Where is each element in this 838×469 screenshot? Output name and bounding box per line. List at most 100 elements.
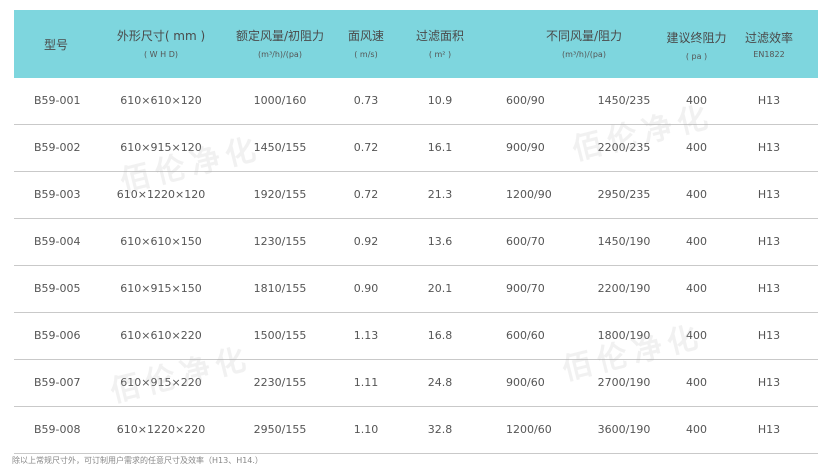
header-airflow-label: 额定风量/初阻力 [235, 29, 325, 43]
cell-efficiency: H13 [757, 376, 781, 389]
cell-model: B59-006 [34, 329, 81, 342]
header-diff: 不同风量/阻力 (m³/h)/(pa) [484, 28, 684, 61]
header-airflow-sub: (m³/h)/(pa) [258, 50, 302, 59]
cell-velocity: 0.72 [353, 141, 379, 154]
table-row: B59-001 610×610×120 1000/160 0.73 10.9 600/90… [14, 78, 818, 125]
table-row: B59-004 610×610×150 1230/155 0.92 13.6 600/70… [14, 219, 818, 266]
cell-airflow: 2950/155 [253, 423, 307, 436]
cell-airflow: 1230/155 [253, 235, 307, 248]
cell-size: 610×915×220 [120, 376, 202, 389]
header-size-sub: ( W H D) [144, 50, 178, 59]
cell-model: B59-003 [34, 188, 81, 201]
table-row: B59-006 610×610×220 1500/155 1.13 16.8 600/60… [14, 313, 818, 360]
cell-diff-high: 1450/235 [597, 94, 651, 107]
cell-model: B59-005 [34, 282, 81, 295]
cell-velocity: 0.72 [353, 188, 379, 201]
header-efficiency: 过滤效率 EN1822 [736, 30, 802, 61]
cell-model: B59-002 [34, 141, 81, 154]
header-model: 型号 [14, 37, 98, 53]
header-size: 外形尺寸( mm ) ( W H D) [98, 28, 224, 61]
cell-final-resistance: 400 [686, 235, 707, 248]
cell-size: 610×915×120 [120, 141, 202, 154]
cell-diff-low: 1200/90 [506, 188, 552, 201]
cell-diff-low: 1200/60 [506, 423, 552, 436]
cell-diff-low: 900/90 [506, 141, 545, 154]
cell-final-resistance: 400 [686, 423, 707, 436]
cell-diff-high: 1450/190 [597, 235, 651, 248]
cell-airflow: 2230/155 [253, 376, 307, 389]
cell-area: 10.9 [427, 94, 453, 107]
header-velocity-label: 面风速 [347, 29, 384, 43]
cell-diff-high: 2700/190 [597, 376, 651, 389]
cell-airflow: 1450/155 [253, 141, 307, 154]
cell-efficiency: H13 [757, 235, 781, 248]
header-area: 过滤面积 ( m² ) [396, 28, 484, 61]
cell-airflow: 1000/160 [253, 94, 307, 107]
cell-final-resistance: 400 [686, 282, 707, 295]
cell-velocity: 0.90 [353, 282, 379, 295]
cell-size: 610×610×220 [120, 329, 202, 342]
header-velocity: 面风速 ( m/s) [336, 28, 396, 61]
header-efficiency-label: 过滤效率 [744, 31, 793, 45]
cell-area: 16.1 [427, 141, 453, 154]
cell-final-resistance: 400 [686, 141, 707, 154]
table-row: B59-003 610×1220×120 1920/155 0.72 21.3 1200/… [14, 172, 818, 219]
cell-model: B59-001 [34, 94, 81, 107]
cell-size: 610×610×120 [120, 94, 202, 107]
cell-diff-high: 2200/190 [597, 282, 651, 295]
cell-efficiency: H13 [757, 282, 781, 295]
cell-diff-high: 3600/190 [597, 423, 651, 436]
header-area-label: 过滤面积 [415, 29, 464, 43]
header-model-label: 型号 [43, 38, 68, 52]
table-row: B59-008 610×1220×220 2950/155 1.10 32.8 1200/… [14, 407, 818, 454]
cell-velocity: 0.73 [353, 94, 379, 107]
footnote: 除以上常规尺寸外，可订制用户需求的任意尺寸及效率（H13、H14.） [12, 456, 263, 465]
cell-velocity: 1.11 [353, 376, 379, 389]
cell-diff-low: 600/70 [506, 235, 545, 248]
cell-area: 16.8 [427, 329, 453, 342]
table-header: 型号 外形尺寸( mm ) ( W H D) 额定风量/初阻力 (m³/h)/(… [14, 10, 818, 78]
cell-diff-low: 600/60 [506, 329, 545, 342]
cell-airflow: 1810/155 [253, 282, 307, 295]
cell-velocity: 0.92 [353, 235, 379, 248]
header-area-sub: ( m² ) [428, 50, 452, 59]
cell-size: 610×610×150 [120, 235, 202, 248]
table-row: B59-007 610×915×220 2230/155 1.11 24.8 900/60… [14, 360, 818, 407]
cell-efficiency: H13 [757, 141, 781, 154]
cell-size: 610×1220×120 [116, 188, 206, 201]
cell-efficiency: H13 [757, 94, 781, 107]
header-diff-label: 不同风量/阻力 [545, 29, 623, 43]
cell-airflow: 1500/155 [253, 329, 307, 342]
cell-efficiency: H13 [757, 188, 781, 201]
cell-diff-high: 2950/235 [597, 188, 651, 201]
cell-diff-high: 1800/190 [597, 329, 651, 342]
cell-area: 24.8 [427, 376, 453, 389]
cell-final-resistance: 400 [686, 188, 707, 201]
cell-model: B59-004 [34, 235, 81, 248]
cell-diff-low: 600/90 [506, 94, 545, 107]
cell-velocity: 1.13 [353, 329, 379, 342]
header-final: 建议终阻力 ( pa ) [664, 30, 729, 63]
cell-final-resistance: 400 [686, 329, 707, 342]
cell-model: B59-008 [34, 423, 81, 436]
header-efficiency-sub: EN1822 [753, 50, 785, 59]
cell-model: B59-007 [34, 376, 81, 389]
cell-area: 20.1 [427, 282, 453, 295]
cell-diff-high: 2200/235 [597, 141, 651, 154]
header-final-sub: ( pa ) [685, 52, 708, 61]
header-diff-sub: (m³/h)/(pa) [562, 50, 606, 59]
cell-velocity: 1.10 [353, 423, 379, 436]
cell-area: 21.3 [427, 188, 453, 201]
cell-final-resistance: 400 [686, 94, 707, 107]
header-velocity-sub: ( m/s) [354, 50, 378, 59]
spec-table: 型号 外形尺寸( mm ) ( W H D) 额定风量/初阻力 (m³/h)/(… [14, 10, 818, 454]
cell-size: 610×1220×220 [116, 423, 206, 436]
cell-area: 32.8 [427, 423, 453, 436]
cell-diff-low: 900/60 [506, 376, 545, 389]
header-final-label: 建议终阻力 [666, 31, 727, 45]
cell-area: 13.6 [427, 235, 453, 248]
cell-diff-low: 900/70 [506, 282, 545, 295]
table-row: B59-005 610×915×150 1810/155 0.90 20.1 900/70… [14, 266, 818, 313]
cell-efficiency: H13 [757, 329, 781, 342]
header-airflow: 额定风量/初阻力 (m³/h)/(pa) [224, 28, 336, 61]
